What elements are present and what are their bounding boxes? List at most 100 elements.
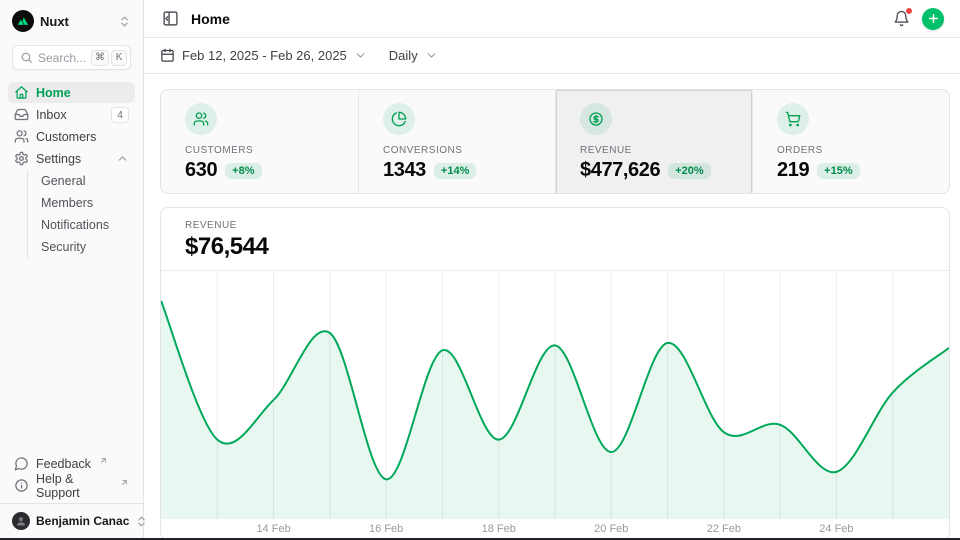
add-button[interactable] [922,8,944,30]
x-tick-label: 14 Feb [256,523,290,535]
stat-value: 630 [185,159,217,182]
notification-dot [905,7,913,15]
stat-value: 219 [777,159,809,182]
settings-subtree: General Members Notifications Security [27,170,135,258]
revenue-chart-svg [161,271,949,519]
sidebar-nav: Home Inbox 4 Customers Settings [0,82,143,258]
message-circle-icon [14,456,29,471]
chevron-up-icon [116,152,129,165]
inbox-count-badge: 4 [111,107,129,123]
cart-icon [777,103,809,135]
info-icon [14,478,29,493]
user-name: Benjamin Canac [36,514,129,528]
page-title: Home [191,11,230,27]
user-menu[interactable]: Benjamin Canac [8,504,135,540]
users-icon [185,103,217,135]
dashboard-content: CUSTOMERS 630 +8% CONVERSIONS 1343 +14% [144,74,960,540]
sub-label-notifications: Notifications [41,218,109,232]
dollar-circle-icon [580,103,612,135]
nav-label-inbox: Inbox [36,108,67,122]
sidebar-collapse-button[interactable] [160,8,181,29]
arrow-up-right-icon [120,478,129,487]
chart-x-axis: 14 Feb 16 Feb 18 Feb 20 Feb 22 Feb 24 Feb [161,519,949,539]
x-tick-label: 20 Feb [594,523,628,535]
notifications-button[interactable] [891,8,912,29]
nav-label-settings: Settings [36,152,81,166]
sidebar-item-members[interactable]: Members [28,192,135,214]
revenue-area-chart[interactable] [161,271,949,519]
home-icon [14,85,29,100]
date-range-picker[interactable]: Feb 12, 2025 - Feb 26, 2025 [160,48,367,63]
main-area: Home Feb 12, 2025 - Feb 26, 2025 [144,0,960,540]
x-tick-label: 24 Feb [819,523,853,535]
chevron-down-icon [354,49,367,62]
stat-delta-badge: +14% [434,163,476,179]
panel-left-close-icon [162,10,179,27]
nav-label-feedback: Feedback [36,457,91,471]
search-shortcut: ⌘ K [91,50,127,66]
stat-delta-badge: +15% [817,163,859,179]
stat-card-customers[interactable]: CUSTOMERS 630 +8% [161,90,358,194]
plus-icon [927,12,940,25]
nuxt-logo-icon [12,10,34,32]
chart-metric-label: REVENUE [185,220,925,231]
users-icon [14,129,29,144]
nav-label-customers: Customers [36,130,96,144]
search-input[interactable]: Search... ⌘ K [12,45,131,70]
stat-delta-badge: +8% [225,163,261,179]
period-value: Daily [389,48,418,63]
stats-row: CUSTOMERS 630 +8% CONVERSIONS 1343 +14% [160,89,950,194]
sidebar-item-security[interactable]: Security [28,236,135,258]
search-placeholder: Search... [38,51,86,65]
workspace-name: Nuxt [40,14,112,29]
sidebar-item-help-support[interactable]: Help & Support [8,475,135,496]
filter-toolbar: Feb 12, 2025 - Feb 26, 2025 Daily [144,38,960,74]
stat-delta-badge: +20% [668,163,710,179]
period-select[interactable]: Daily [389,48,438,63]
sidebar-footer: Feedback Help & Support Benjamin [0,453,143,540]
kbd-cmd: ⌘ [91,50,109,66]
chart-header: REVENUE $76,544 [161,208,949,271]
app-window: Nuxt Search... ⌘ K Home [0,0,960,540]
stat-label: REVENUE [580,145,728,156]
stat-label: CUSTOMERS [185,145,334,156]
gear-icon [14,151,29,166]
revenue-chart-panel: REVENUE $76,544 14 Feb 16 Feb 18 Feb 20 Feb… [160,207,950,540]
arrow-up-right-icon [99,456,108,465]
sidebar-spacer [0,258,143,453]
sub-label-members: Members [41,196,93,210]
sidebar-item-notifications[interactable]: Notifications [28,214,135,236]
stat-value: 1343 [383,159,426,182]
sidebar-item-general[interactable]: General [28,170,135,192]
sidebar: Nuxt Search... ⌘ K Home [0,0,144,540]
kbd-k: K [111,50,127,66]
x-tick-label: 18 Feb [482,523,516,535]
x-tick-label: 16 Feb [369,523,403,535]
sidebar-item-inbox[interactable]: Inbox 4 [8,104,135,125]
workspace-selector[interactable]: Nuxt [0,0,143,32]
stat-card-conversions[interactable]: CONVERSIONS 1343 +14% [358,90,555,194]
user-avatar [12,512,30,530]
calendar-icon [160,48,175,63]
x-tick-label: 22 Feb [707,523,741,535]
page-header: Home [144,0,960,38]
stat-value: $477,626 [580,159,660,182]
stat-label: ORDERS [777,145,925,156]
stat-label: CONVERSIONS [383,145,531,156]
date-range-value: Feb 12, 2025 - Feb 26, 2025 [182,48,347,63]
nav-label-help-support: Help & Support [36,472,112,500]
nav-label-home: Home [36,86,71,100]
stat-card-revenue[interactable]: REVENUE $477,626 +20% [555,90,752,194]
sidebar-item-settings[interactable]: Settings [8,148,135,169]
sidebar-item-customers[interactable]: Customers [8,126,135,147]
search-icon [20,51,33,64]
chart-metric-value: $76,544 [185,233,925,261]
sub-label-general: General [41,174,85,188]
chart-pie-icon [383,103,415,135]
sidebar-item-home[interactable]: Home [8,82,135,103]
stat-card-orders[interactable]: ORDERS 219 +15% [752,90,949,194]
chevron-down-icon [425,49,438,62]
chevrons-up-down-icon [118,15,131,28]
sub-label-security: Security [41,240,86,254]
inbox-icon [14,107,29,122]
